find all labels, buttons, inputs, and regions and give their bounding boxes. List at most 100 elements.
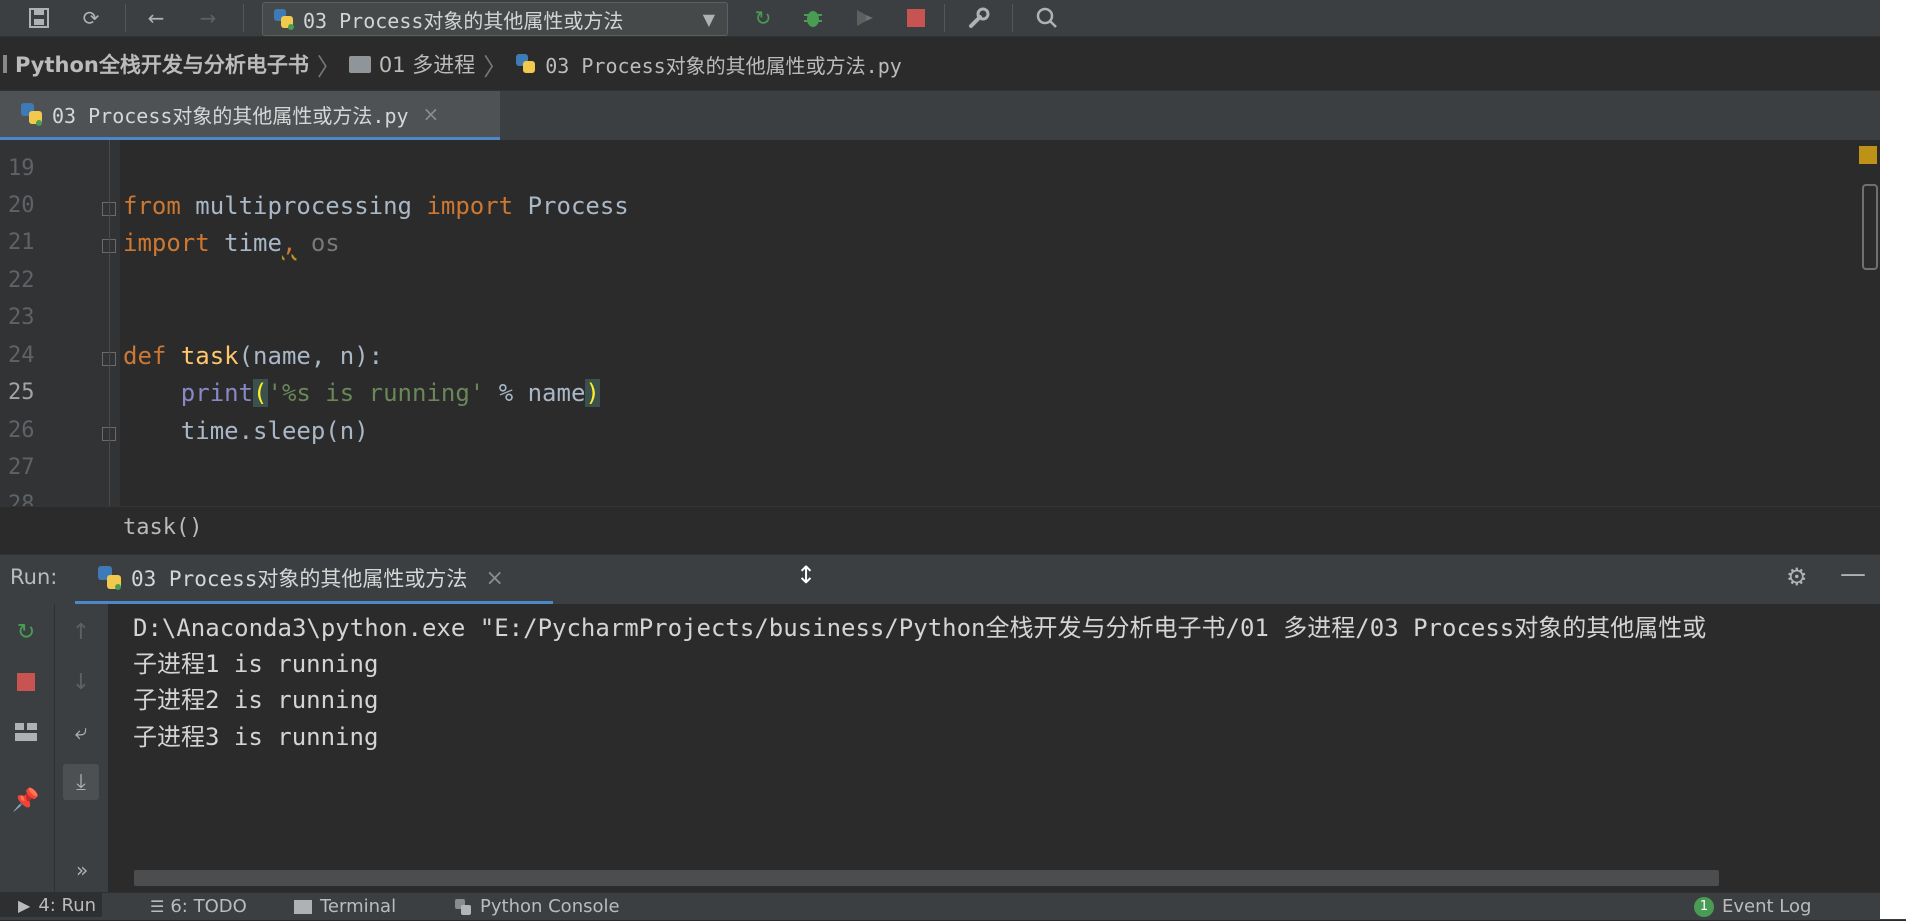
line-number: 22 xyxy=(8,268,35,293)
line-number: 26 xyxy=(8,418,35,443)
console-horizontal-scrollbar[interactable] xyxy=(134,870,1719,886)
keyword-def: def xyxy=(123,342,167,370)
breadcrumb-separator: 〉 xyxy=(316,52,341,81)
python-file-icon xyxy=(515,53,537,75)
run-tool-window-header: Run: 03 Process对象的其他属性或方法 × ↕ ⚙ — xyxy=(0,554,1880,606)
run-tab-label: 03 Process对象的其他属性或方法 xyxy=(131,567,468,591)
console-line: 子进程3 is running xyxy=(133,723,379,751)
string-literal: '%s is running' xyxy=(267,379,485,407)
bracket-open: ( xyxy=(253,379,268,407)
folder-icon xyxy=(348,55,371,73)
line-number: 24 xyxy=(8,343,35,368)
expression: % name xyxy=(484,379,586,407)
imported-name: Process xyxy=(513,192,629,220)
list-icon: ☰ xyxy=(150,897,165,916)
tool-window-status-bar: ▶ 4: Run ☰ 6: TODO Terminal Python Conso… xyxy=(0,892,1906,920)
python-run-icon xyxy=(97,565,123,591)
line-number: 19 xyxy=(8,156,35,181)
python-file-icon xyxy=(20,102,44,126)
function-args: (name, n): xyxy=(238,342,384,370)
scrollbar-thumb[interactable] xyxy=(1862,184,1878,270)
keyword-from: from xyxy=(123,192,181,220)
function-name: task xyxy=(166,342,239,370)
toolbar-divider xyxy=(125,4,126,32)
close-icon[interactable]: × xyxy=(423,102,440,126)
python-file-icon xyxy=(273,8,295,30)
toolbar-divider xyxy=(1012,4,1013,32)
status-event-log[interactable]: 1 Event Log xyxy=(1694,896,1811,917)
close-icon[interactable]: × xyxy=(485,566,503,591)
run-tab-active[interactable]: 03 Process对象的其他属性或方法 × xyxy=(75,555,553,606)
python-console-icon xyxy=(454,898,472,916)
status-event-log-label: Event Log xyxy=(1722,896,1812,917)
run-side-toolbar: ↻ ↑ ↓ ⤶ ⤓ 📌 » xyxy=(0,604,108,892)
arrow-up-icon[interactable]: ↑ xyxy=(63,614,99,650)
wrench-icon[interactable] xyxy=(966,5,992,31)
gear-icon[interactable]: ⚙ xyxy=(1786,563,1808,591)
console-line-command: D:\Anaconda3\python.exe "E:/PycharmProje… xyxy=(133,614,1707,642)
module-name: multiprocessing xyxy=(180,192,427,220)
line-number: 21 xyxy=(8,230,35,255)
back-icon[interactable]: ← xyxy=(143,5,169,31)
breadcrumb-file-label: 03 Process对象的其他属性或方法.py xyxy=(545,53,902,78)
navigation-breadcrumb: Python全栈开发与分析电子书 〉 01 多进程 〉 03 Process对象… xyxy=(0,44,1880,84)
run-console-output[interactable]: D:\Anaconda3\python.exe "E:/PycharmProje… xyxy=(108,604,1880,892)
code-editor[interactable]: 19 20 21 22 23 24 25 26 27 28 from multi… xyxy=(0,140,1880,554)
rerun-icon[interactable]: ↻ xyxy=(8,614,44,650)
pin-icon[interactable]: 📌 xyxy=(8,782,44,818)
toolbar-divider xyxy=(243,4,244,32)
save-icon[interactable] xyxy=(26,5,52,31)
editor-breadcrumb-bar: task() xyxy=(0,506,1880,554)
resize-cursor-icon: ↕ xyxy=(796,561,817,589)
debug-icon[interactable] xyxy=(800,5,826,31)
status-terminal[interactable]: Terminal xyxy=(294,896,396,917)
terminal-icon xyxy=(294,899,312,914)
scroll-to-end-icon[interactable]: ⤓ xyxy=(63,764,99,800)
code-line-25: print('%s is running' % name) xyxy=(123,379,600,407)
window-edge xyxy=(1880,0,1906,919)
run-config-label: 03 Process对象的其他属性或方法 xyxy=(303,8,624,33)
arrow-down-icon[interactable]: ↓ xyxy=(63,664,99,700)
forward-icon[interactable]: → xyxy=(195,5,221,31)
breadcrumb-folder[interactable]: 01 多进程 xyxy=(348,49,476,79)
chevron-down-icon: ▼ xyxy=(702,9,715,29)
sync-icon[interactable]: ⟳ xyxy=(78,5,104,31)
function-breadcrumb[interactable]: task() xyxy=(123,515,202,540)
status-python-console[interactable]: Python Console xyxy=(454,896,620,917)
code-line-26: time.sleep(n) xyxy=(123,417,369,445)
expand-more-icon[interactable]: » xyxy=(76,858,88,882)
line-number: 20 xyxy=(8,193,35,218)
console-line: 子进程2 is running xyxy=(133,686,379,714)
code-line-24: def task(name, n): xyxy=(123,342,383,370)
breadcrumb-project[interactable]: Python全栈开发与分析电子书 xyxy=(15,49,309,79)
panel-edge-marker xyxy=(3,55,7,73)
comma-warning: , xyxy=(281,229,297,257)
bracket-close: ) xyxy=(585,379,600,407)
editor-tab-active[interactable]: 03 Process对象的其他属性或方法.py × xyxy=(0,91,500,142)
search-icon[interactable] xyxy=(1034,5,1060,31)
layout-icon[interactable] xyxy=(8,714,44,750)
soft-wrap-icon[interactable]: ⤶ xyxy=(63,714,99,750)
builtin-print: print xyxy=(180,379,254,407)
stop-icon[interactable] xyxy=(8,664,44,700)
status-terminal-label: Terminal xyxy=(320,896,397,917)
rerun-icon[interactable]: ↻ xyxy=(750,5,776,31)
warning-indicator[interactable] xyxy=(1859,146,1877,164)
breadcrumb-file[interactable]: 03 Process对象的其他属性或方法.py xyxy=(515,50,902,79)
code-line-20: from multiprocessing import Process xyxy=(123,192,629,220)
event-count-badge: 1 xyxy=(1694,896,1714,917)
breadcrumb-folder-label: 01 多进程 xyxy=(378,53,476,77)
coverage-icon[interactable] xyxy=(852,5,878,31)
editor-tab-bar: 03 Process对象的其他属性或方法.py × xyxy=(0,90,1880,142)
status-todo[interactable]: ☰ 6: TODO xyxy=(150,896,247,917)
run-configuration-selector[interactable]: 03 Process对象的其他属性或方法 ▼ xyxy=(262,2,728,36)
status-run[interactable]: ▶ 4: Run xyxy=(0,893,103,917)
minimize-icon[interactable]: — xyxy=(1840,559,1866,589)
fold-guide-line xyxy=(109,140,110,510)
keyword-import: import xyxy=(426,192,514,220)
stop-icon[interactable] xyxy=(903,5,929,31)
status-python-console-label: Python Console xyxy=(480,896,620,917)
line-number: 23 xyxy=(8,305,35,330)
editor-error-stripe[interactable] xyxy=(1858,140,1880,554)
